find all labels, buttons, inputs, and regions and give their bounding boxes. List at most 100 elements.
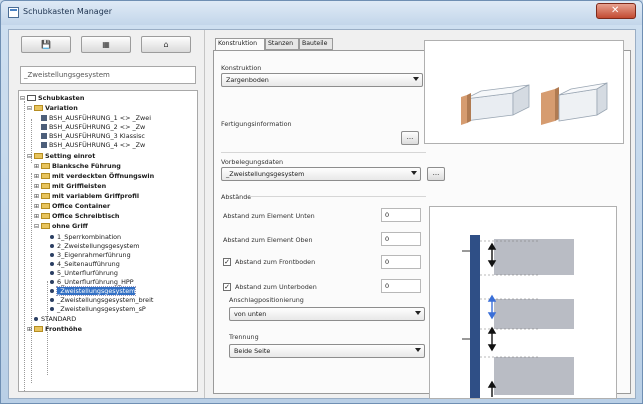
chevron-down-icon <box>415 311 421 315</box>
vorbelegung-label: Vorbelegungsdaten <box>221 158 284 166</box>
bullet-icon <box>50 307 54 311</box>
app-icon <box>8 7 19 18</box>
tree-folder[interactable]: ⊞ mit verdeckten Öffnungswin <box>34 172 154 181</box>
anschlag-label: Anschlagpositionierung <box>229 296 304 304</box>
home-button[interactable]: ⌂ <box>141 36 191 53</box>
tree-item[interactable]: BSH_AUSFÜHRUNG_2 <> _Zw <box>41 123 145 132</box>
abstand-frontboden-input[interactable]: 0 <box>381 255 421 269</box>
drawer-front-middle <box>494 299 574 329</box>
bullet-icon <box>50 271 54 275</box>
folder-icon <box>41 183 50 189</box>
tree-group-fronthoehe[interactable]: ⊞ Fronthöhe <box>27 325 82 334</box>
spacing-diagram <box>429 206 617 399</box>
abstand-unten-label: Abstand zum Element Unten <box>223 212 315 220</box>
tree-line <box>31 173 32 383</box>
folder-icon <box>41 203 50 209</box>
chevron-down-icon <box>411 171 417 175</box>
folder-icon <box>41 213 50 219</box>
fertigung-browse-button[interactable]: ... <box>401 131 419 145</box>
chevron-down-icon <box>413 77 419 81</box>
tree-leaf[interactable]: 5_Unterflurführung <box>50 269 118 278</box>
tree-item-standard[interactable]: STANDARD <box>34 315 76 324</box>
trennung-label: Trennung <box>229 333 259 341</box>
konstruktion-label: Konstruktion <box>221 64 262 72</box>
tree-leaf-selected[interactable]: _Zweistellungsgesystem <box>50 286 137 296</box>
folder-icon <box>41 173 50 179</box>
save-button[interactable]: 💾 <box>21 36 71 53</box>
konstruktion-select[interactable]: Zargenboden <box>221 73 423 87</box>
tree-group-variation[interactable]: ⊟ Variation <box>27 104 78 113</box>
tree-leaf[interactable]: _Zweistellungsgesystem_breit <box>50 296 153 305</box>
anschlag-select[interactable]: von unten <box>229 307 425 321</box>
tree-folder[interactable]: ⊟ ohne Griff <box>34 222 88 231</box>
document-icon <box>41 133 47 139</box>
bullet-icon <box>50 253 54 257</box>
frontboden-checkbox[interactable]: ✓ <box>223 258 231 266</box>
folder-icon <box>34 326 43 332</box>
unterboden-checkbox[interactable]: ✓ <box>223 283 231 291</box>
search-input[interactable]: _Zweistellungsgesystem <box>20 66 196 84</box>
bullet-icon <box>50 280 54 284</box>
tree-item[interactable]: BSH_AUSFÜHRUNG_3 Klassisc <box>41 132 145 141</box>
folder-icon <box>34 153 43 159</box>
save-icon: 💾 <box>41 40 51 49</box>
tab-stanzen[interactable]: Stanzen <box>265 38 299 50</box>
tree-folder[interactable]: ⊞ Office Schreibtisch <box>34 212 120 221</box>
cabinet-side-panel <box>470 235 480 398</box>
document-icon <box>41 142 47 148</box>
drawer-right-illustration <box>541 82 608 125</box>
bullet-icon <box>50 289 54 293</box>
tree-leaf[interactable]: 4_Seitenaufführung <box>50 260 120 269</box>
bullet-icon <box>34 317 38 321</box>
grid-button[interactable]: ▦ <box>81 36 131 53</box>
fertigung-label: Fertigungsinformation <box>221 120 292 128</box>
tree-leaf[interactable]: 2_Zweistellungsgesystem <box>50 242 139 251</box>
tree-view[interactable]: ⊟ Schubkasten ⊟ Variation BSH_AUSFÜHRUNG_1… <box>18 90 198 392</box>
tree-leaf[interactable]: 3_Eigenrahmerführung <box>50 251 131 260</box>
abstand-oben-input[interactable]: 0 <box>381 232 421 246</box>
grid-icon: ▦ <box>102 40 110 49</box>
bullet-icon <box>50 244 54 248</box>
abstand-oben-label: Abstand zum Element Oben <box>223 236 313 244</box>
drawer-preview-image <box>424 40 624 144</box>
title-bar: Schubkasten Manager ✕ <box>1 1 642 25</box>
window-title: Schubkasten Manager <box>23 7 112 16</box>
abstand-unterboden-input[interactable]: 0 <box>381 279 421 293</box>
tree-folder[interactable]: ⊞ mit Griffleisten <box>34 182 106 191</box>
tab-bauteile[interactable]: Bauteile <box>299 38 333 50</box>
tree-folder[interactable]: ⊞ Office Container <box>34 202 110 211</box>
tree-leaf[interactable]: 6_Unterflurführung_HPP <box>50 278 134 287</box>
tree-leaf[interactable]: 1_Sperrkombination <box>50 233 121 242</box>
vorbelegung-select[interactable]: _Zweistellungsgesystem <box>221 167 421 181</box>
tree-group-setting[interactable]: ⊟ Setting einrot <box>27 152 95 161</box>
bullet-icon <box>50 262 54 266</box>
tree-root[interactable]: ⊟ Schubkasten <box>20 94 84 103</box>
home-icon: ⌂ <box>163 40 169 49</box>
tree-leaf[interactable]: _Zweistellungsgesystem_sP <box>50 305 146 314</box>
tree-folder[interactable]: ⊞ Blanksche Führung <box>34 162 121 171</box>
folder-icon <box>41 223 50 229</box>
divider <box>221 152 426 153</box>
divider <box>249 196 426 197</box>
close-icon: ✕ <box>611 5 620 16</box>
drawer-front-top <box>494 239 574 275</box>
trennung-select[interactable]: Beide Seite <box>229 344 425 358</box>
tree-item[interactable]: BSH_AUSFÜHRUNG_1 <> _Zwei <box>41 114 151 123</box>
folder-icon <box>34 105 43 111</box>
folder-icon <box>41 163 50 169</box>
close-button[interactable]: ✕ <box>596 3 636 19</box>
vorbelegung-browse-button[interactable]: ... <box>427 167 445 181</box>
abstand-frontboden-label: Abstand zum Frontboden <box>235 258 316 266</box>
bullet-icon <box>50 298 54 302</box>
abstand-unterboden-label: Abstand zum Unterboden <box>235 283 317 291</box>
app-window: Schubkasten Manager ✕ 💾 ▦ ⌂ _Zweistellun… <box>0 0 643 404</box>
tree-folder[interactable]: ⊞ mit variablem Griffprofil <box>34 192 139 201</box>
left-pane: 💾 ▦ ⌂ _Zweistellungsgesystem ⊟ Schubkaste… <box>9 30 205 398</box>
tree-item[interactable]: BSH_AUSFÜHRUNG_4 <> _Zw <box>41 141 145 150</box>
bullet-icon <box>50 235 54 239</box>
abstand-unten-input[interactable]: 0 <box>381 208 421 222</box>
document-icon <box>41 115 47 121</box>
chevron-down-icon <box>415 348 421 352</box>
folder-icon <box>41 193 50 199</box>
drawer-left-illustration <box>461 84 530 125</box>
